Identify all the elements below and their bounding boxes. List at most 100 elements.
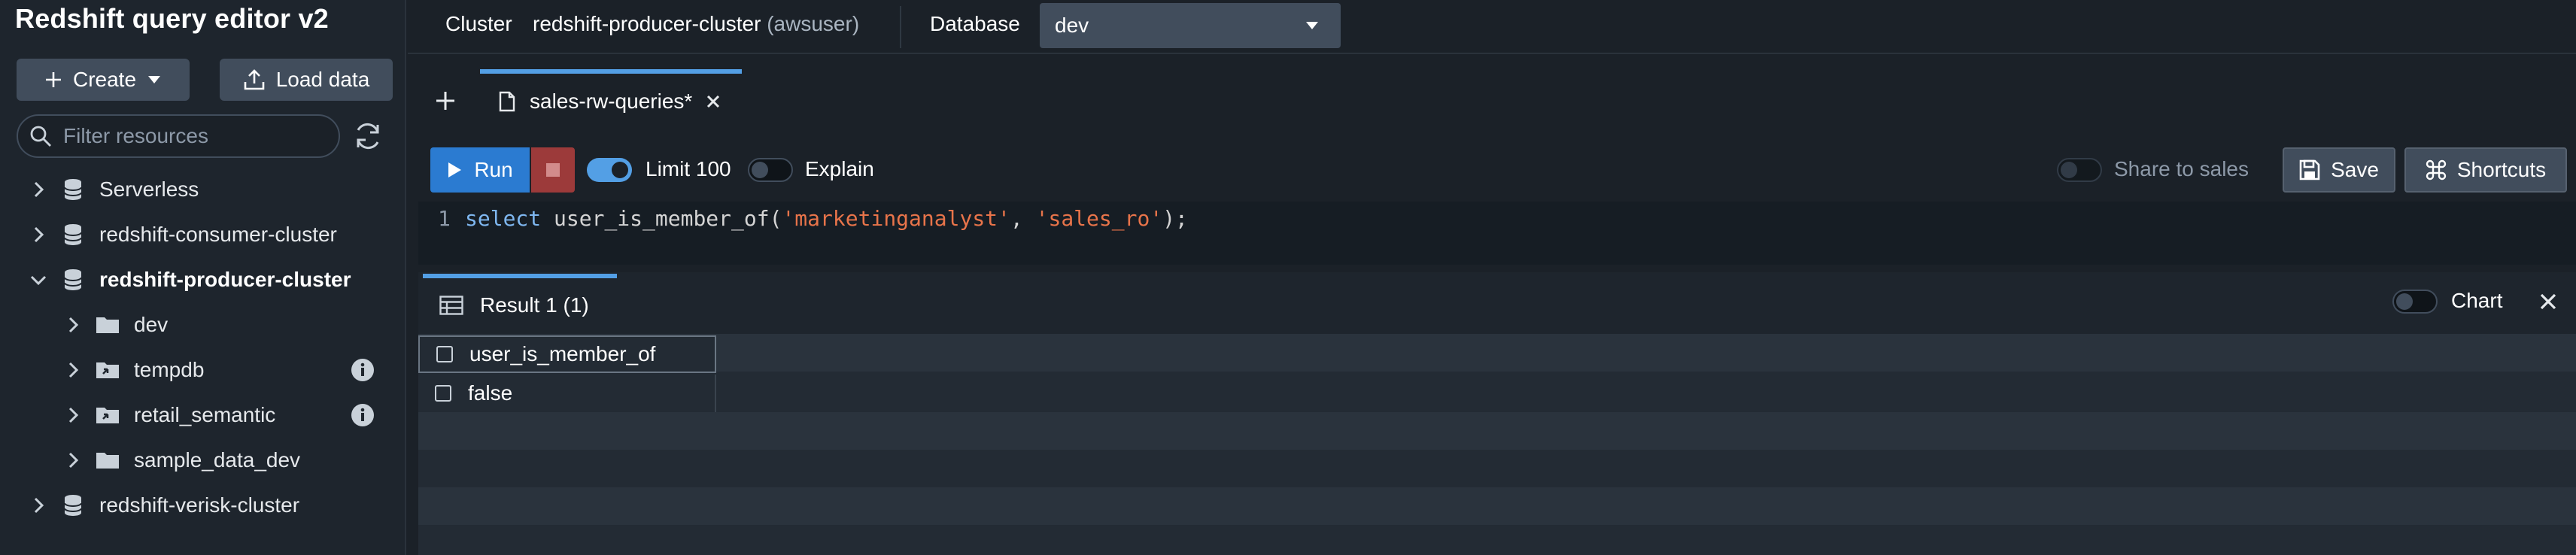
plus-icon bbox=[45, 72, 61, 87]
chevron-right-icon[interactable] bbox=[30, 226, 47, 243]
grid-header-row bbox=[418, 334, 2576, 372]
table-cell[interactable]: false bbox=[418, 375, 716, 412]
close-tab-icon[interactable] bbox=[706, 94, 721, 109]
results-header bbox=[418, 272, 2576, 334]
empty-row bbox=[418, 525, 2576, 555]
database-select[interactable]: dev bbox=[1040, 3, 1341, 48]
cluster-name: redshift-producer-cluster bbox=[533, 12, 761, 35]
limit-toggle[interactable] bbox=[587, 158, 632, 182]
stop-button[interactable] bbox=[530, 147, 575, 193]
tree-item-label: Serverless bbox=[99, 177, 199, 201]
tree-item-tempdb[interactable]: tempdb bbox=[0, 349, 403, 391]
tree-item-label: sample_data_dev bbox=[134, 448, 301, 472]
column-header-label: user_is_member_of bbox=[469, 342, 656, 365]
database-icon bbox=[64, 269, 82, 290]
tab-label: sales-rw-queries* bbox=[530, 89, 693, 113]
shared-folder-icon bbox=[96, 408, 119, 423]
database-label: Database bbox=[930, 12, 1020, 35]
cluster-label: Cluster bbox=[445, 12, 512, 35]
toggle-knob bbox=[612, 162, 628, 178]
result-tab-count: (1) bbox=[563, 293, 589, 317]
tree-item-label: dev bbox=[134, 313, 169, 336]
explain-toggle[interactable] bbox=[748, 158, 793, 182]
table-icon bbox=[439, 296, 463, 315]
chart-toggle[interactable] bbox=[2392, 290, 2438, 314]
toggle-knob bbox=[2061, 162, 2077, 178]
shortcuts-label: Shortcuts bbox=[2456, 158, 2547, 181]
column-header-user-is-member-of[interactable]: user_is_member_of bbox=[418, 335, 716, 373]
document-icon bbox=[499, 91, 515, 112]
chevron-right-icon[interactable] bbox=[65, 407, 81, 423]
info-icon[interactable] bbox=[351, 403, 375, 427]
table-row bbox=[418, 375, 2576, 412]
refresh-icon[interactable] bbox=[352, 120, 384, 152]
tree-item-redshift-consumer-cluster[interactable]: redshift-consumer-cluster bbox=[0, 214, 403, 256]
tree-item-label: tempdb bbox=[134, 358, 205, 381]
tree-item-retail-semantic[interactable]: retail_semantic bbox=[0, 394, 403, 436]
command-key-icon bbox=[2426, 159, 2447, 180]
database-value: dev bbox=[1055, 14, 1089, 37]
chevron-right-icon[interactable] bbox=[65, 362, 81, 378]
add-tab-icon[interactable] bbox=[430, 86, 460, 116]
code-token: user_is_member_of( bbox=[541, 206, 782, 231]
folder-icon bbox=[96, 453, 119, 469]
database-icon bbox=[64, 179, 82, 200]
limit-label: Limit 100 bbox=[646, 157, 731, 180]
line-number: 1 bbox=[438, 206, 451, 231]
caret-down-icon bbox=[148, 76, 161, 83]
tab-sales-rw-queries[interactable]: sales-rw-queries* bbox=[480, 69, 742, 129]
code-token: ); bbox=[1162, 206, 1188, 231]
search-icon bbox=[30, 126, 51, 147]
chevron-down-icon[interactable] bbox=[30, 271, 47, 288]
tree-item-sample-data-dev[interactable]: sample_data_dev bbox=[0, 439, 403, 481]
create-button[interactable]: Create bbox=[17, 59, 190, 101]
cluster-selector[interactable]: redshift-producer-cluster (awsuser) bbox=[533, 12, 859, 36]
create-button-label: Create bbox=[72, 68, 137, 91]
tree-item-label: redshift-producer-cluster bbox=[99, 268, 351, 291]
result-tab-title: Result 1 bbox=[480, 293, 557, 317]
play-icon bbox=[448, 162, 462, 177]
filter-resources-field[interactable] bbox=[17, 114, 340, 158]
toggle-knob bbox=[752, 162, 768, 178]
chart-label: Chart bbox=[2451, 289, 2503, 312]
empty-row bbox=[418, 450, 2576, 487]
tree-item-redshift-verisk-cluster[interactable]: redshift-verisk-cluster bbox=[0, 484, 403, 526]
tab-result-1[interactable]: Result 1 (1) bbox=[423, 274, 617, 332]
share-toggle[interactable] bbox=[2057, 158, 2102, 182]
empty-row bbox=[418, 412, 2576, 450]
toggle-knob bbox=[2396, 293, 2413, 310]
close-results-icon[interactable] bbox=[2538, 292, 2558, 311]
database-icon bbox=[64, 224, 82, 245]
tree-item-label: redshift-consumer-cluster bbox=[99, 223, 337, 246]
load-data-button[interactable]: Load data bbox=[220, 59, 393, 101]
chevron-right-icon[interactable] bbox=[30, 497, 47, 514]
chevron-right-icon[interactable] bbox=[30, 181, 47, 198]
info-icon[interactable] bbox=[351, 358, 375, 382]
chevron-right-icon[interactable] bbox=[65, 317, 81, 333]
save-button[interactable]: Save bbox=[2283, 147, 2395, 193]
shortcuts-button[interactable]: Shortcuts bbox=[2404, 147, 2567, 193]
tree-item-dev[interactable]: dev bbox=[0, 304, 403, 346]
save-icon bbox=[2299, 159, 2320, 180]
empty-row bbox=[418, 487, 2576, 525]
code-token-keyword: select bbox=[465, 206, 542, 231]
share-label: Share to sales bbox=[2114, 157, 2249, 180]
code-token: , bbox=[1010, 206, 1036, 231]
select-all-checkbox[interactable] bbox=[436, 346, 453, 362]
filter-resources-input[interactable] bbox=[63, 124, 339, 148]
run-button[interactable]: Run bbox=[430, 147, 530, 193]
database-icon bbox=[64, 495, 82, 516]
code-line[interactable]: select user_is_member_of('marketinganaly… bbox=[465, 206, 1188, 231]
tree-item-serverless[interactable]: Serverless bbox=[0, 168, 403, 211]
load-data-label: Load data bbox=[275, 68, 370, 91]
tree-item-redshift-producer-cluster[interactable]: redshift-producer-cluster bbox=[0, 259, 403, 301]
chevron-right-icon[interactable] bbox=[65, 452, 81, 469]
caret-down-icon bbox=[1306, 22, 1318, 29]
code-token-string: 'sales_ro' bbox=[1035, 206, 1163, 231]
tree-item-label: retail_semantic bbox=[134, 403, 276, 426]
row-checkbox[interactable] bbox=[435, 385, 451, 402]
explain-label: Explain bbox=[805, 157, 874, 180]
divider bbox=[900, 6, 901, 48]
tree-item-label: redshift-verisk-cluster bbox=[99, 493, 300, 517]
upload-icon bbox=[244, 69, 265, 90]
